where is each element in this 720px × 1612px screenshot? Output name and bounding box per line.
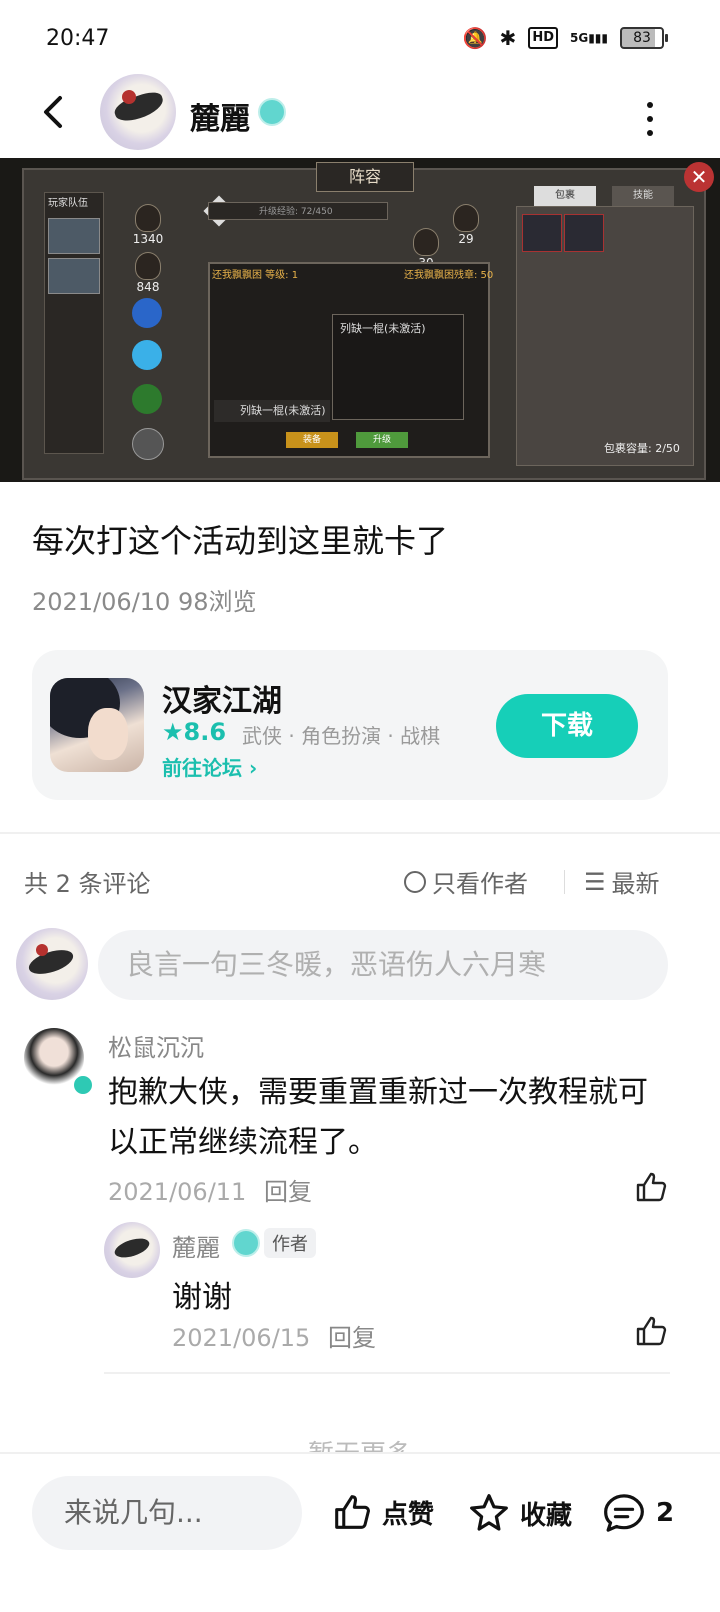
bluetooth-icon: ✱ bbox=[499, 26, 517, 50]
post-image[interactable]: 阵容 ✕ 玩家队伍 1340 848 5 升级经验: 72/450 29 30 … bbox=[0, 158, 720, 482]
game-close-icon: ✕ bbox=[684, 162, 714, 192]
chat-bubble-icon bbox=[604, 1494, 644, 1532]
sort-label: 最新 bbox=[611, 870, 660, 898]
verified-check-icon bbox=[72, 1074, 94, 1096]
game-card[interactable]: 汉家江湖 ★8.6 武侠 · 角色扮演 · 战棋 前往论坛 › 下载 bbox=[32, 650, 668, 800]
game-exp-bar: 升级经验: 72/450 bbox=[208, 202, 388, 220]
thumbs-up-icon[interactable] bbox=[634, 1314, 668, 1348]
collect-label: 收藏 bbox=[520, 1500, 573, 1531]
reply-meta: 2021/06/15 回复 bbox=[172, 1318, 376, 1353]
reply-user-name[interactable]: 麓麗 bbox=[172, 1228, 220, 1263]
reply-date: 2021/06/15 bbox=[172, 1324, 311, 1352]
game-bag-capacity: 包裹容量: 2/50 bbox=[604, 442, 680, 455]
game-add-icon bbox=[132, 428, 164, 460]
game-sub-item: 列缺一棍(未激活) bbox=[340, 322, 426, 335]
game-skill-orb-3 bbox=[132, 384, 162, 414]
post-meta: 2021/06/10 98浏览 bbox=[32, 582, 257, 617]
game-name[interactable]: 汉家江湖 bbox=[162, 676, 282, 720]
game-bag-tab: 包裹 bbox=[534, 186, 596, 206]
header-separator bbox=[564, 870, 565, 894]
comment-text: 抱歉大侠，需要重置重新过一次教程就可以正常继续流程了。 bbox=[108, 1075, 648, 1160]
verified-badge-icon bbox=[258, 98, 286, 126]
comments-button[interactable]: 2 bbox=[602, 1492, 674, 1534]
comment-count-badge: 2 bbox=[656, 1498, 675, 1528]
comment-meta: 2021/06/11 回复 bbox=[108, 1172, 312, 1207]
game-bag-item-1 bbox=[522, 214, 562, 252]
game-character-1 bbox=[48, 218, 100, 254]
post-views: 98浏览 bbox=[177, 588, 257, 616]
sort-toggle[interactable]: ☰ 最新 bbox=[584, 864, 660, 899]
game-skill-orb-1 bbox=[132, 298, 162, 328]
reply-button[interactable]: 回复 bbox=[328, 1324, 376, 1352]
game-team-label: 玩家队伍 bbox=[48, 198, 88, 209]
top-nav: 麓麗 bbox=[0, 72, 720, 160]
game-dialog-title: 还我飘飘困 等级: 1 bbox=[212, 270, 299, 281]
game-tags: 武侠 · 角色扮演 · 战棋 bbox=[242, 724, 441, 748]
bottom-action-bar: 来说几句... 点赞 收藏 2 bbox=[0, 1452, 720, 1612]
network-label: 5G bbox=[569, 31, 589, 45]
only-author-toggle[interactable]: 只看作者 bbox=[404, 864, 528, 899]
like-label: 点赞 bbox=[382, 1499, 435, 1530]
comment-input[interactable]: 良言一句三冬暖，恶语伤人六月寒 bbox=[98, 930, 668, 1000]
game-skill-tab: 技能 bbox=[612, 186, 674, 206]
download-button[interactable]: 下载 bbox=[496, 694, 638, 758]
comment-count: 共 2 条评论 bbox=[24, 870, 151, 898]
game-character-2 bbox=[48, 258, 100, 294]
forum-link[interactable]: 前往论坛 › bbox=[162, 752, 257, 781]
reply-text: 谢谢 bbox=[172, 1280, 232, 1315]
mute-bell-icon: 🔕 bbox=[462, 26, 488, 50]
reply-button[interactable]: 回复 bbox=[264, 1178, 312, 1206]
game-stat-right: 29 bbox=[446, 204, 486, 246]
thumbs-up-icon bbox=[335, 1495, 370, 1529]
post-date: 2021/06/10 bbox=[32, 588, 171, 616]
game-bag-item-2 bbox=[564, 214, 604, 252]
sort-icon: ☰ bbox=[584, 867, 606, 896]
radio-circle-icon bbox=[404, 870, 426, 893]
post-title: 每次打这个活动到这里就卡了 bbox=[32, 522, 449, 560]
author-avatar[interactable] bbox=[100, 74, 176, 150]
back-arrow-icon[interactable] bbox=[36, 92, 76, 132]
battery-icon: 83 bbox=[620, 27, 668, 49]
more-options-icon[interactable] bbox=[644, 100, 656, 136]
status-bar: 20:47 🔕 ✱ HD 5G▮▮▮ 83 bbox=[0, 0, 720, 80]
signal-icon: 5G▮▮▮ bbox=[569, 31, 608, 45]
game-skill-row: 列缺一棍(未激活) bbox=[214, 400, 330, 422]
game-skill-orb-2 bbox=[132, 340, 162, 370]
game-app-icon[interactable] bbox=[50, 678, 144, 772]
author-tag: 作者 bbox=[264, 1228, 316, 1258]
like-button[interactable]: 点赞 bbox=[332, 1492, 434, 1532]
bottom-comment-input[interactable]: 来说几句... bbox=[32, 1476, 302, 1550]
star-icon: ★ bbox=[162, 718, 184, 746]
hd-icon: HD bbox=[528, 27, 558, 49]
star-outline-icon bbox=[470, 1494, 508, 1531]
reply-avatar[interactable] bbox=[104, 1222, 160, 1278]
commenter-name[interactable]: 松鼠沉沉 bbox=[108, 1028, 204, 1063]
collect-button[interactable]: 收藏 bbox=[468, 1492, 572, 1534]
thumbs-up-icon[interactable] bbox=[634, 1170, 668, 1204]
author-name[interactable]: 麓麗 bbox=[190, 94, 250, 138]
my-avatar bbox=[16, 928, 88, 1000]
battery-level: 83 bbox=[620, 27, 664, 49]
status-icons: 🔕 ✱ HD 5G▮▮▮ 83 bbox=[463, 26, 668, 50]
comment-date: 2021/06/11 bbox=[108, 1178, 247, 1206]
verified-badge-icon bbox=[232, 1229, 260, 1257]
status-time: 20:47 bbox=[46, 26, 110, 51]
section-divider bbox=[0, 832, 720, 834]
chevron-right-icon: › bbox=[248, 756, 258, 780]
game-dialog-right: 还我飘飘困残章: 50 bbox=[404, 270, 494, 281]
only-author-label: 只看作者 bbox=[432, 870, 528, 898]
game-tab-title: 阵容 bbox=[316, 162, 414, 192]
game-stat-hp: 1340 bbox=[128, 204, 168, 246]
thread-divider bbox=[104, 1372, 670, 1374]
game-rating: ★8.6 bbox=[162, 718, 227, 746]
game-stat-internal: 848 bbox=[128, 252, 168, 294]
game-equip-button: 装备 bbox=[286, 432, 338, 448]
game-upgrade-button: 升级 bbox=[356, 432, 408, 448]
